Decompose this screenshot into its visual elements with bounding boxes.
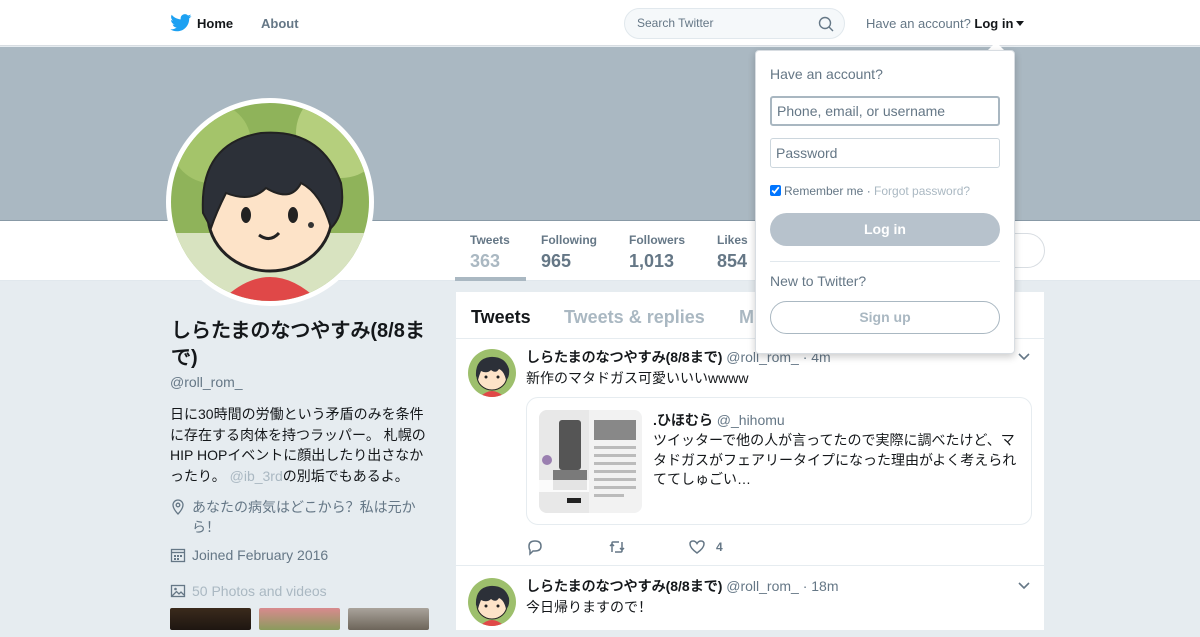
stat-following[interactable]: Following 965 [541,233,597,272]
profile-bio: 日に30時間の労働という矛盾のみを条件に存在する肉体を持つラッパー。 札幌のHI… [170,404,432,486]
tab-tweets[interactable]: Tweets [471,307,531,328]
profile-avatar[interactable] [166,98,374,306]
profile-handle[interactable]: @roll_rom_ [170,374,243,390]
reply-button[interactable] [526,538,544,556]
stat-value: 1,013 [629,251,675,271]
active-stat-indicator [455,277,526,281]
have-account-text: Have an account? [866,16,971,31]
photo-icon [170,584,186,598]
search-input[interactable]: Search Twitter [637,16,713,30]
tweet-header: しらたまのなつやすみ(8/8まで) @roll_rom_ · 18m [526,576,839,596]
profile-location: あなたの病気はどこから？私は元から！ [170,497,432,537]
stat-value: 363 [470,251,501,271]
tweet-text: 新作のマタドガス可愛いいいwwww [526,370,749,386]
profile-name: しらたまのなつやすみ(8/8まで) [171,320,425,369]
new-to-twitter-text: New to Twitter? [770,273,867,289]
stat-value: 854 [717,251,748,271]
stat-label: Tweets [470,233,510,247]
reply-icon [528,540,542,556]
stat-label: Following [541,233,597,247]
tweet-author-name[interactable]: しらたまのなつやすみ(8/8まで) [526,349,722,365]
bio-suffix: の別垢でもあるよ。 [282,467,409,484]
top-navigation-bar: Home About Search Twitter Have an accoun… [0,0,1200,46]
nav-home-link[interactable]: Home [197,16,233,31]
tweet-actions: 4 [526,538,726,558]
signup-button[interactable]: Sign up [770,301,1000,334]
stat-label: Likes [717,233,748,247]
nav-about-link[interactable]: About [261,16,299,31]
tab-tweets-replies[interactable]: Tweets & replies [564,307,705,328]
tweet-text: 今日帰りますので！ [526,599,652,615]
quoted-image-illustration [539,410,642,513]
chevron-down-icon[interactable] [1018,353,1030,361]
profile-joined: Joined February 2016 [170,545,328,565]
location-pin-icon [172,499,184,515]
login-dropdown: Have an account? Remember me · Forgot pa… [755,50,1015,354]
tweet-avatar[interactable] [468,578,516,626]
like-button[interactable]: 4 [688,538,748,556]
forgot-password-link[interactable]: Forgot password? [874,184,970,198]
remember-me-checkbox[interactable] [770,185,781,196]
password-field[interactable] [770,138,1000,168]
photo-thumbnail[interactable] [259,608,340,630]
remember-row: Remember me · Forgot password? [770,184,970,198]
login-button[interactable]: Log in [770,213,1000,246]
stat-likes[interactable]: Likes 854 [717,233,748,272]
chevron-down-icon[interactable] [1018,582,1030,590]
avatar-illustration [468,578,516,626]
dropdown-title: Have an account? [770,66,883,82]
quoted-author-name[interactable]: .ひほむら [653,412,713,428]
tweet-item[interactable]: しらたまのなつやすみ(8/8まで) @roll_rom_ · 4m 新作のマタド… [456,340,1044,566]
location-text: あなたの病気はどこから？私は元から！ [192,499,416,535]
tweet-author-name[interactable]: しらたまのなつやすみ(8/8まで) [526,578,722,594]
tweet-handle-time[interactable]: @roll_rom_ · 18m [726,578,838,594]
tweet-avatar[interactable] [468,349,516,397]
photo-thumbnail[interactable] [348,608,429,630]
avatar-illustration [468,349,516,397]
dropdown-divider [770,261,1000,262]
twitter-bird-icon[interactable] [170,14,192,32]
retweet-icon [609,541,625,553]
joined-text: Joined February 2016 [192,547,329,563]
stat-tweets[interactable]: Tweets 363 [470,233,510,272]
like-count: 4 [716,540,723,554]
quoted-tweet-image [539,410,642,513]
photo-thumbnail[interactable] [170,608,251,630]
stat-label: Followers [629,233,686,247]
search-icon[interactable] [818,16,834,32]
stat-value: 965 [541,251,572,271]
quoted-tweet[interactable]: .ひほむら @_hihomu ツイッターで他の人が言ってたので実際に調べたけど、… [526,397,1032,525]
username-field[interactable] [770,96,1000,126]
tweet-item[interactable]: しらたまのなつやすみ(8/8まで) @roll_rom_ · 18m 今日帰りま… [456,567,1044,637]
tab-media[interactable]: M [739,307,754,328]
quoted-tweet-header: .ひほむら @_hihomu [653,410,785,430]
login-menu-toggle[interactable]: Have an account? Log in [866,16,1025,31]
calendar-icon [170,548,186,563]
separator-dot: · [863,184,875,198]
login-link-label[interactable]: Log in [974,16,1013,31]
bio-mention-link[interactable]: @ib_3rd [230,468,283,484]
photos-label[interactable]: 50 Photos and videos [192,581,327,601]
photos-videos-link[interactable]: 50 Photos and videos [170,581,327,601]
search-box[interactable]: Search Twitter [624,8,845,39]
retweet-button[interactable] [608,538,626,556]
quoted-tweet-text: ツイッターで他の人が言ってたので実際に調べたけど、マタドガスがフェアリータイプに… [653,432,1017,487]
stat-followers[interactable]: Followers 1,013 [629,233,685,272]
caret-down-icon[interactable] [1016,21,1025,26]
quoted-author-handle[interactable]: @_hihomu [717,412,785,428]
avatar-illustration [171,103,369,301]
heart-icon [689,540,705,554]
remember-me-label[interactable]: Remember me [784,184,863,198]
